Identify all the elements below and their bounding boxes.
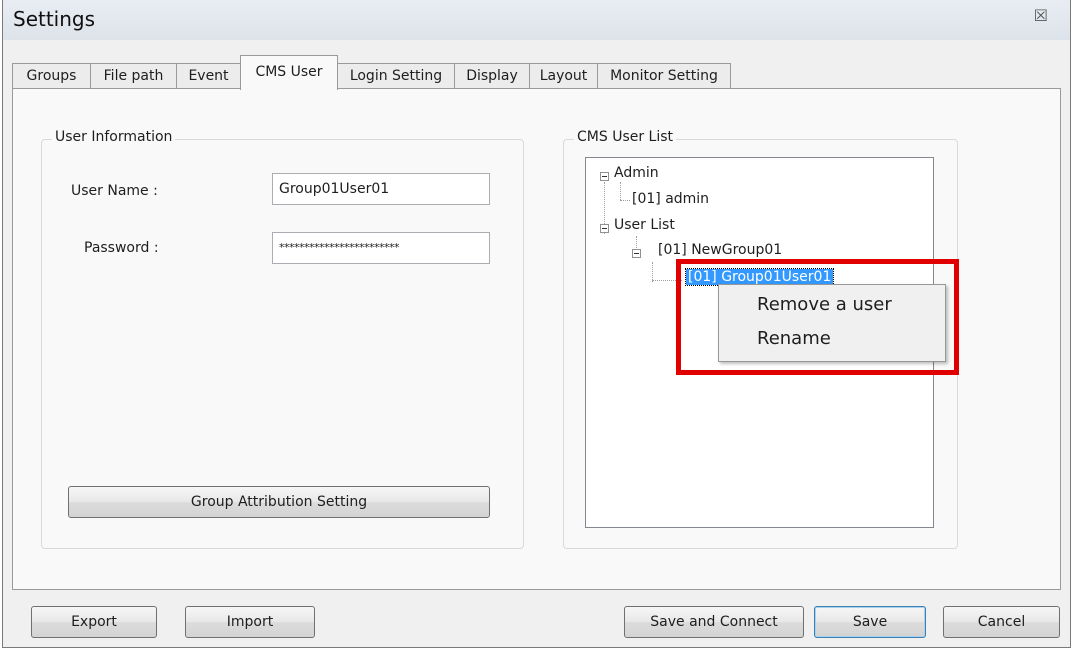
settings-dialog: Settings ☒ Groups File path Event CMS Us… bbox=[2, 0, 1071, 648]
collapse-group-icon[interactable] bbox=[632, 249, 641, 258]
tab-display[interactable]: Display bbox=[454, 63, 530, 89]
tree-node-group[interactable]: [01] NewGroup01 bbox=[658, 242, 782, 258]
tab-monitor-setting[interactable]: Monitor Setting bbox=[597, 63, 731, 89]
tab-login-setting[interactable]: Login Setting bbox=[337, 63, 455, 89]
collapse-admin-icon[interactable] bbox=[600, 172, 609, 181]
user-information-group: User Information User Name : Group01User… bbox=[41, 129, 524, 549]
save-button[interactable]: Save bbox=[814, 606, 926, 638]
tab-groups[interactable]: Groups bbox=[12, 63, 91, 89]
cms-user-list-label: CMS User List bbox=[574, 129, 677, 145]
tab-file-path[interactable]: File path bbox=[90, 63, 177, 89]
tab-event[interactable]: Event bbox=[176, 63, 241, 89]
save-and-connect-button[interactable]: Save and Connect bbox=[624, 606, 804, 638]
group-attribution-setting-button[interactable]: Group Attribution Setting bbox=[68, 486, 490, 518]
password-field[interactable]: ************************ bbox=[272, 232, 490, 264]
tree-node-admin-user[interactable]: [01] admin bbox=[632, 191, 709, 207]
export-button[interactable]: Export bbox=[31, 606, 157, 638]
tab-cms-user[interactable]: CMS User bbox=[240, 55, 338, 90]
window-title: Settings bbox=[13, 7, 96, 31]
tree-node-user-list[interactable]: User List bbox=[614, 217, 675, 233]
username-field[interactable]: Group01User01 bbox=[272, 173, 490, 205]
tree-connector-line bbox=[652, 262, 653, 282]
cancel-button[interactable]: Cancel bbox=[943, 606, 1060, 638]
close-icon[interactable]: ☒ bbox=[1034, 6, 1048, 25]
title-bar: Settings ☒ bbox=[3, 0, 1070, 40]
menu-item-remove-user[interactable]: Remove a user bbox=[719, 289, 945, 321]
tree-node-selected-user[interactable]: [01] Group01User01 bbox=[684, 268, 835, 286]
tree-connector-line bbox=[620, 200, 630, 201]
tab-layout[interactable]: Layout bbox=[529, 63, 598, 89]
import-button[interactable]: Import bbox=[185, 606, 315, 638]
tree-connector-line bbox=[620, 182, 621, 200]
username-label: User Name : bbox=[71, 183, 158, 199]
context-menu: Remove a user Rename bbox=[718, 284, 946, 362]
user-information-label: User Information bbox=[52, 129, 176, 145]
menu-item-rename[interactable]: Rename bbox=[719, 323, 945, 355]
password-label: Password : bbox=[84, 240, 159, 256]
tree-node-admin[interactable]: Admin bbox=[614, 165, 659, 181]
collapse-user-list-icon[interactable] bbox=[600, 224, 609, 233]
tree-connector-line bbox=[652, 280, 682, 281]
